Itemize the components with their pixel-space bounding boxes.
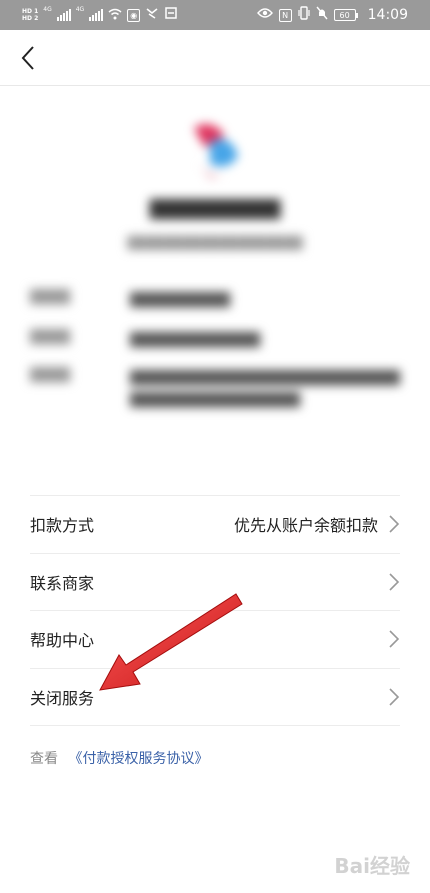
sim1-label: HD 1 [22,8,39,15]
info-key: ████ [30,290,70,305]
network-type-2: 4G [75,6,85,13]
eye-icon [256,7,273,23]
info-row: ████ ███████████████████████████████████… [30,368,400,468]
chevron-right-icon [389,688,400,706]
list-item-payment-method[interactable]: 扣款方式 优先从账户余额扣款 [30,496,400,554]
battery-icon: 60 [333,9,358,21]
sim-indicator: HD 1 HD 2 [22,8,38,22]
app-icon-2 [164,6,178,24]
nav-bar [0,30,430,86]
status-left: HD 1 HD 2 4G 4G ◉ [22,6,178,24]
list-item-help-center[interactable]: 帮助中心 [30,611,400,669]
info-value: █████████████ [130,333,260,348]
wifi-icon [108,8,122,23]
list-item-label: 帮助中心 [30,631,95,651]
mute-icon [316,6,328,24]
list-item-contact-merchant[interactable]: 联系商家 [30,554,400,611]
network-type-1: 4G [43,6,52,13]
agreement-prefix: 查看 [30,751,58,767]
info-value: ██████████ [130,293,230,308]
status-bar: HD 1 HD 2 4G 4G ◉ N 60 14:09 [0,0,430,30]
vibrate-icon [298,6,310,24]
merchant-name: ██████████ [149,200,281,220]
sim2-label: HD 2 [22,15,39,22]
settings-list: 扣款方式 优先从账户余额扣款 联系商家 帮助中心 关闭服务 [30,495,400,726]
list-item-label: 关闭服务 [30,688,95,708]
app-icon-1 [145,6,159,24]
status-right: N 60 14:09 [256,6,408,24]
list-item-label: 扣款方式 [30,516,95,536]
info-value: ████████████████████████████████████████… [130,371,400,408]
list-item-value: 优先从账户余额扣款 [233,516,378,536]
list-item-close-service[interactable]: 关闭服务 [30,669,400,726]
app-notification-icon: ◉ [127,8,141,22]
nfc-icon: N [278,8,292,22]
info-key: ████ [30,368,70,383]
chevron-right-icon [389,630,400,648]
merchant-subtitle: ███████████████████ [127,236,303,250]
signal-icon [56,9,71,21]
list-item-label: 联系商家 [30,573,95,593]
chevron-left-icon [21,46,34,70]
back-button[interactable] [14,42,42,74]
clock: 14:09 [367,7,408,23]
battery-level: 60 [333,9,356,21]
info-row: ████ █████████████ [30,330,400,352]
info-row: ████ ██████████ [30,290,400,312]
info-key: ████ [30,330,70,345]
agreement-link[interactable]: 《付款授权服务协议》 [68,751,208,767]
signal-icon-2 [89,9,104,21]
agreement-line: 查看 《付款授权服务协议》 [30,748,208,768]
chevron-right-icon [389,573,400,591]
watermark: Bai经验 [334,854,410,878]
chevron-right-icon [389,515,400,533]
merchant-logo [190,120,242,182]
